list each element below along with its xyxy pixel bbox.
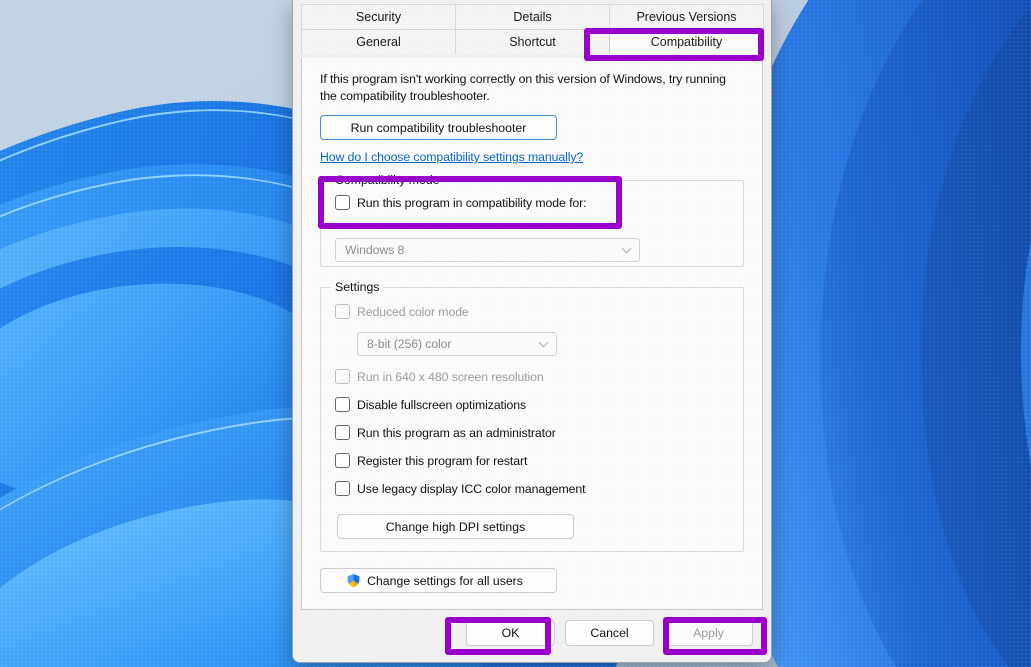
legacy-icc-color-checkbox[interactable]: [335, 481, 350, 496]
compatibility-mode-group: Compatibility mode Run this program in c…: [320, 173, 744, 267]
tab-compatibility-label: Compatibility: [650, 35, 723, 49]
ok-button-label: OK: [501, 626, 520, 640]
compatibility-tab-panel: If this program isn't working correctly …: [301, 58, 763, 610]
register-for-restart-checkbox[interactable]: [335, 453, 350, 468]
tab-security-label: Security: [355, 10, 402, 24]
properties-dialog: Security Details Previous Versions Gener…: [292, 0, 772, 663]
reduced-color-mode-row: Reduced color mode: [335, 304, 729, 319]
tab-previous-versions-label: Previous Versions: [636, 10, 737, 24]
tab-details[interactable]: Details: [455, 4, 610, 29]
register-for-restart-row[interactable]: Register this program for restart: [335, 453, 729, 468]
chevron-down-icon: [621, 243, 632, 254]
tab-general[interactable]: General: [301, 29, 456, 54]
compatibility-settings-help-link[interactable]: How do I choose compatibility settings m…: [320, 150, 583, 164]
run-compatibility-troubleshooter-button[interactable]: Run compatibility troubleshooter: [320, 115, 557, 140]
run-640x480-row: Run in 640 x 480 screen resolution: [335, 369, 729, 384]
tab-shortcut-label: Shortcut: [509, 35, 556, 49]
tab-shortcut[interactable]: Shortcut: [455, 29, 610, 54]
tab-row-bottom: General Shortcut Compatibility: [301, 29, 764, 54]
wallpaper-shape-right-2: [782, 0, 1031, 667]
apply-button-label: Apply: [693, 626, 724, 640]
color-depth-select: 8-bit (256) color: [357, 332, 557, 356]
register-for-restart-label: Register this program for restart: [357, 453, 528, 468]
tab-details-label: Details: [513, 10, 552, 24]
cancel-button[interactable]: Cancel: [565, 620, 654, 646]
wallpaper-shape-right-3: [893, 0, 1031, 667]
run-as-administrator-checkbox[interactable]: [335, 425, 350, 440]
wallpaper-shape-right-4: [1002, 0, 1031, 667]
compatibility-os-select-value: Windows 8: [345, 243, 405, 257]
desktop: Security Details Previous Versions Gener…: [0, 0, 1031, 667]
tab-compatibility[interactable]: Compatibility: [609, 29, 764, 54]
reduced-color-mode-checkbox: [335, 304, 350, 319]
compatibility-mode-checkbox-label: Run this program in compatibility mode f…: [357, 195, 587, 210]
tab-general-label: General: [356, 35, 401, 49]
reduced-color-mode-label: Reduced color mode: [357, 304, 469, 319]
all-users-wrapper: Change settings for all users: [320, 568, 744, 593]
disable-fullscreen-optimizations-checkbox[interactable]: [335, 397, 350, 412]
dialog-footer: OK Cancel Apply: [293, 610, 771, 662]
legacy-icc-color-row[interactable]: Use legacy display ICC color management: [335, 481, 729, 496]
disable-fullscreen-optimizations-row[interactable]: Disable fullscreen optimizations: [335, 397, 729, 412]
cancel-button-label: Cancel: [590, 626, 629, 640]
chevron-down-icon: [538, 337, 549, 348]
run-as-administrator-label: Run this program as an administrator: [357, 425, 556, 440]
compatibility-mode-group-title: Compatibility mode: [331, 173, 444, 187]
ok-button[interactable]: OK: [466, 620, 555, 646]
tab-security[interactable]: Security: [301, 4, 456, 29]
change-settings-for-all-users-button[interactable]: Change settings for all users: [320, 568, 557, 593]
change-settings-for-all-users-label: Change settings for all users: [367, 573, 523, 588]
settings-group-title: Settings: [331, 280, 384, 294]
tab-previous-versions[interactable]: Previous Versions: [609, 4, 764, 29]
os-select-wrapper: Windows 8: [335, 238, 729, 262]
intro-text: If this program isn't working correctly …: [320, 72, 726, 103]
apply-button[interactable]: Apply: [664, 620, 753, 646]
tab-strip: Security Details Previous Versions Gener…: [293, 0, 771, 58]
legacy-icc-color-label: Use legacy display ICC color management: [357, 481, 586, 496]
compatibility-mode-checkbox[interactable]: [335, 195, 350, 210]
run-640x480-checkbox: [335, 369, 350, 384]
change-high-dpi-settings-button[interactable]: Change high DPI settings: [337, 514, 574, 539]
run-640x480-label: Run in 640 x 480 screen resolution: [357, 369, 544, 384]
run-as-administrator-row[interactable]: Run this program as an administrator: [335, 425, 729, 440]
settings-group: Settings Reduced color mode 8-bit (256) …: [320, 280, 744, 552]
uac-shield-icon: [346, 573, 361, 588]
compatibility-os-select[interactable]: Windows 8: [335, 238, 640, 262]
compatibility-mode-checkbox-row[interactable]: Run this program in compatibility mode f…: [335, 195, 729, 210]
color-depth-select-value: 8-bit (256) color: [367, 337, 452, 351]
tab-row-top: Security Details Previous Versions: [301, 4, 764, 29]
disable-fullscreen-optimizations-label: Disable fullscreen optimizations: [357, 397, 527, 412]
